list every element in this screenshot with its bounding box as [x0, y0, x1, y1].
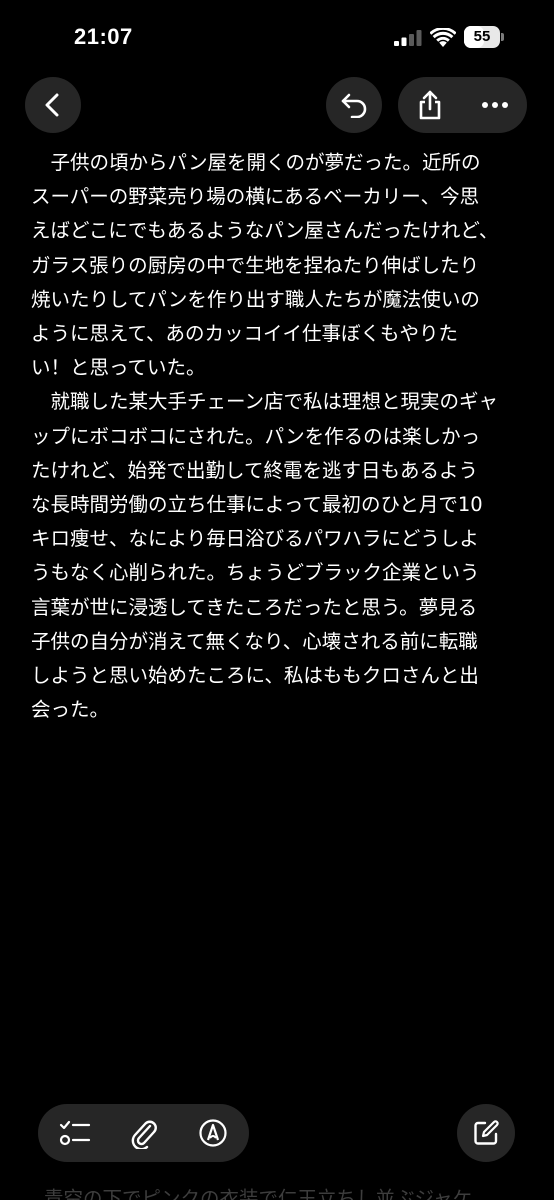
- note-line: 言葉が世に浸透してきたころだったと思う。夢見る: [31, 595, 478, 619]
- compose-button[interactable]: [457, 1104, 515, 1162]
- wifi-icon: [430, 28, 456, 47]
- status-bar: 21:07 55: [0, 0, 554, 76]
- note-line: えばどこにでもあるようなパン屋さんだったけれど、: [31, 219, 499, 243]
- bottom-toolbar: [38, 1104, 249, 1162]
- undo-icon: [341, 93, 367, 118]
- attach-button[interactable]: [114, 1104, 174, 1162]
- note-line: ように思えて、あのカッコイイ仕事ぼくもやりた: [31, 322, 459, 346]
- battery-icon: 55: [464, 26, 504, 48]
- share-button[interactable]: [398, 77, 462, 133]
- note-line: たけれど、始発で出勤して終電を逃す日もあるよう: [31, 458, 478, 482]
- back-button[interactable]: [25, 77, 81, 133]
- checklist-icon: [59, 1120, 91, 1146]
- status-time: 21:07: [74, 24, 133, 49]
- chevron-left-icon: [45, 93, 59, 117]
- next-line-peek: 青空の下でピンクの衣装で仁王立ちし並ぶジャケ: [44, 1187, 473, 1200]
- compose-icon: [474, 1120, 499, 1145]
- note-line: キロ痩せ、なにより毎日浴びるパワハラにどうしよ: [31, 527, 479, 551]
- note-line: しようと思い始めたころに、私はももクロさんと出: [31, 664, 479, 688]
- note-body[interactable]: 子供の頃からパン屋を開くのが夢だった。近所の スーパーの野菜売り場の横にあるベー…: [31, 146, 531, 727]
- more-button[interactable]: [463, 77, 527, 133]
- markup-button[interactable]: [183, 1104, 243, 1162]
- note-line: い！と思っていた。: [31, 356, 206, 380]
- note-line: ガラス張りの厨房の中で生地を捏ねたり伸ばしたり: [31, 253, 480, 277]
- cellular-signal-icon: [394, 30, 422, 46]
- note-line: ップにボコボコにされた。パンを作るのは楽しかっ: [31, 424, 481, 448]
- paragraph-2: 就職した某大手チェーン店で私は理想と現実のギャ ップにボコボコにされた。パンを作…: [31, 385, 531, 727]
- battery-cap: [501, 33, 504, 41]
- note-line: 焼いたりしてパンを作り出す職人たちが魔法使いの: [31, 287, 480, 311]
- note-line: 子供の頃からパン屋を開くのが夢だった。近所の: [31, 151, 481, 174]
- note-line: な長時間労働の立ち仕事によって最初のひと月で10: [31, 493, 483, 517]
- note-line: 就職した某大手チェーン店で私は理想と現実のギャ: [31, 390, 499, 414]
- battery-percent: 55: [473, 28, 491, 45]
- paragraph-1: 子供の頃からパン屋を開くのが夢だった。近所の スーパーの野菜売り場の横にあるベー…: [31, 146, 531, 385]
- markup-pen-icon: [199, 1119, 227, 1147]
- share-more-group: [398, 77, 527, 133]
- note-line: 会った。: [31, 698, 110, 722]
- note-line: 子供の自分が消えて無くなり、心壊される前に転職: [31, 629, 478, 653]
- note-line: うもなく心削られた。ちょうどブラック企業という: [31, 561, 480, 585]
- share-icon: [419, 90, 441, 120]
- undo-button[interactable]: [326, 77, 382, 133]
- paperclip-icon: [131, 1120, 157, 1149]
- ellipsis-icon: [482, 102, 508, 108]
- checklist-button[interactable]: [45, 1104, 105, 1162]
- note-line: スーパーの野菜売り場の横にあるベーカリー、今思: [31, 185, 480, 209]
